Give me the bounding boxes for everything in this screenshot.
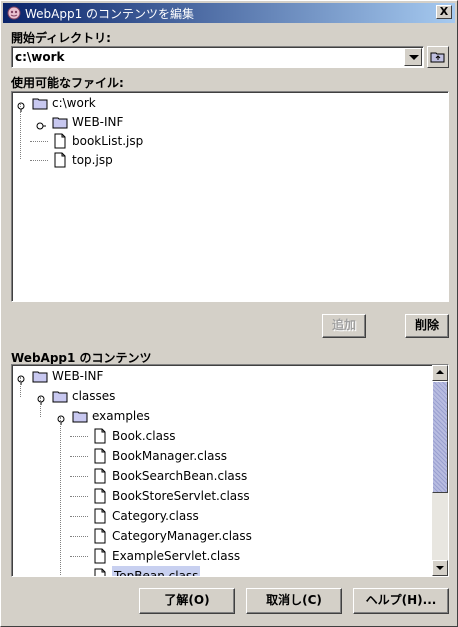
tree-folder-row[interactable]: c:\work <box>12 93 432 113</box>
remove-button[interactable]: 削除 <box>405 314 449 338</box>
expanded-handle-icon[interactable] <box>56 411 66 425</box>
tree-connector <box>70 556 88 557</box>
tree-folder-row[interactable]: examples <box>12 406 432 426</box>
scrollbar-thumb[interactable] <box>432 381 448 493</box>
file-icon <box>92 468 108 484</box>
webapp-contents-tree[interactable]: WEB-INF classes examples Book.class BookMana… <box>11 364 449 577</box>
tree-connector <box>40 397 41 417</box>
app-icon <box>7 6 21 20</box>
tree-item-label: Book.class <box>112 429 176 443</box>
available-files-label: 使用可能なファイル: <box>11 76 124 90</box>
scroll-up-icon[interactable] <box>432 365 448 381</box>
tree-file-row[interactable]: CategoryManager.class <box>12 526 432 546</box>
tree-file-row[interactable]: top.jsp <box>12 150 432 170</box>
tree-connector <box>70 456 88 457</box>
tree-connector <box>70 476 88 477</box>
tree-connector <box>30 160 48 161</box>
folder-icon <box>52 114 68 130</box>
tree-file-row[interactable]: BookSearchBean.class <box>12 466 432 486</box>
window-title: WebApp1 のコンテンツを編集 <box>25 7 195 21</box>
tree-item-label: WEB-INF <box>72 115 124 129</box>
tree-file-row[interactable]: Book.class <box>12 426 432 446</box>
tree-file-row[interactable]: Category.class <box>12 506 432 526</box>
tree-item-label: TopBean.class <box>112 566 201 576</box>
expanded-handle-icon[interactable] <box>36 391 46 405</box>
file-icon <box>92 528 108 544</box>
browse-folder-button[interactable] <box>427 46 449 68</box>
tree-item-label: ExampleServlet.class <box>112 549 241 563</box>
tree-item-label: c:\work <box>52 96 96 110</box>
tree-file-row[interactable]: bookList.jsp <box>12 131 432 151</box>
available-files-tree[interactable]: c:\work WEB-INF bookList.jsp top.jsp <box>11 91 449 302</box>
tree-connector <box>70 496 88 497</box>
tree-file-row[interactable]: BookManager.class <box>12 446 432 466</box>
chevron-down-icon[interactable] <box>404 48 422 66</box>
file-icon <box>92 448 108 464</box>
tree-item-label: bookList.jsp <box>72 134 144 148</box>
add-button[interactable]: 追加 <box>322 314 366 338</box>
file-icon <box>92 548 108 564</box>
start-dir-value: c:\work <box>15 50 65 64</box>
folder-icon <box>32 95 48 111</box>
folder-icon <box>32 368 48 384</box>
tree-item-label: examples <box>92 409 150 423</box>
file-icon <box>92 568 108 576</box>
tree-folder-row[interactable]: WEB-INF <box>12 366 432 386</box>
tree-connector <box>60 417 61 576</box>
tree-file-row[interactable]: TopBean.class <box>12 566 432 577</box>
tree-connector <box>70 436 88 437</box>
tree-connector <box>70 576 88 577</box>
close-icon[interactable]: X <box>436 5 452 19</box>
file-icon <box>52 152 68 168</box>
start-dir-combobox[interactable]: c:\work <box>11 46 424 68</box>
vertical-scrollbar[interactable] <box>432 365 448 576</box>
help-button[interactable]: ヘルプ(H)... <box>353 588 449 614</box>
folder-up-icon <box>430 52 445 63</box>
tree-item-label: Category.class <box>112 509 199 523</box>
cancel-button[interactable]: 取消し(C) <box>246 588 342 614</box>
tree-item-label: classes <box>72 389 116 403</box>
tree-folder-row[interactable]: WEB-INF <box>12 112 432 132</box>
tree-connector <box>20 104 21 159</box>
tree-item-label: CategoryManager.class <box>112 529 252 543</box>
tree-file-row[interactable]: ExampleServlet.class <box>12 546 432 566</box>
tree-connector <box>30 141 48 142</box>
start-dir-label: 開始ディレクトリ: <box>11 31 111 45</box>
file-icon <box>92 508 108 524</box>
title-bar[interactable]: WebApp1 のコンテンツを編集 X <box>3 3 455 23</box>
tree-connector <box>70 516 88 517</box>
tree-item-label: BookSearchBean.class <box>112 469 248 483</box>
scroll-down-icon[interactable] <box>432 560 448 576</box>
tree-folder-row[interactable]: classes <box>12 386 432 406</box>
dialog-window: WebApp1 のコンテンツを編集 X 開始ディレクトリ: c:\work 使用… <box>0 0 458 627</box>
tree-item-label: BookStoreServlet.class <box>112 489 250 503</box>
tree-item-label: top.jsp <box>72 153 113 167</box>
file-icon <box>92 488 108 504</box>
collapsed-handle-icon[interactable] <box>36 117 46 130</box>
ok-button[interactable]: 了解(O) <box>139 588 235 614</box>
tree-connector <box>70 536 88 537</box>
tree-file-row[interactable]: BookStoreServlet.class <box>12 486 432 506</box>
expanded-handle-icon[interactable] <box>16 371 26 385</box>
file-icon <box>92 428 108 444</box>
folder-icon <box>72 408 88 424</box>
tree-item-label: BookManager.class <box>112 449 227 463</box>
folder-icon <box>52 388 68 404</box>
tree-connector <box>20 377 21 397</box>
expanded-handle-icon[interactable] <box>16 98 26 112</box>
tree-item-label: WEB-INF <box>52 369 104 383</box>
file-icon <box>52 133 68 149</box>
